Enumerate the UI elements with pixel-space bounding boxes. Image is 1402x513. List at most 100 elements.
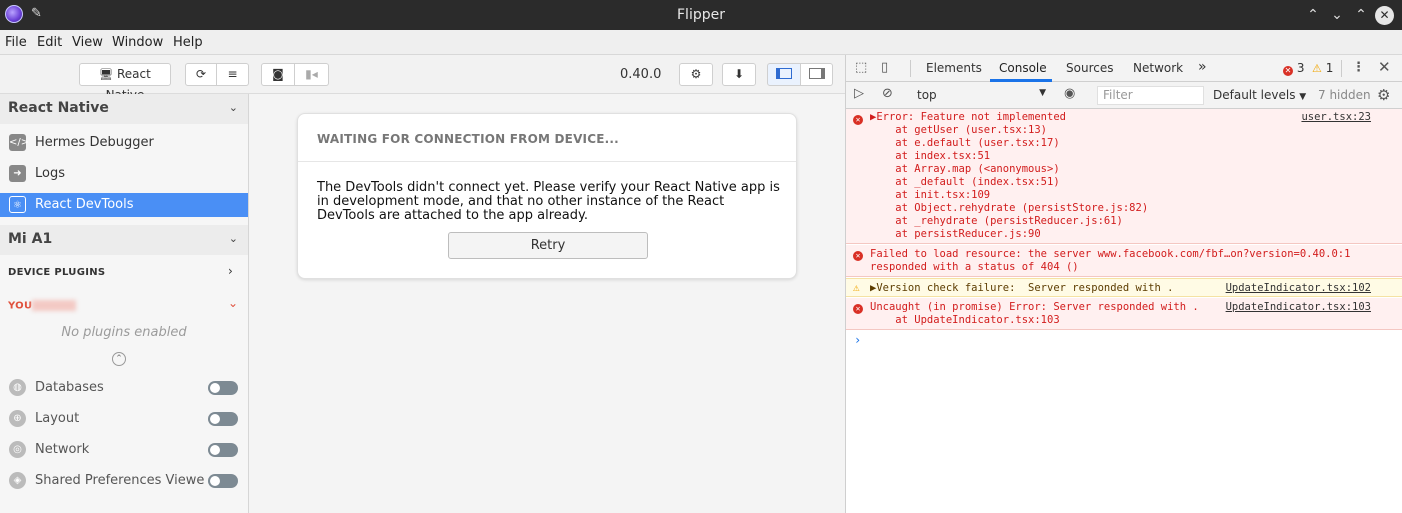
app-section-header[interactable]: React Native ⌄ — [0, 94, 248, 124]
plugin-toggle[interactable] — [208, 443, 238, 457]
menu-button[interactable]: ≡ — [217, 63, 249, 86]
device-plugins-header[interactable]: DEVICE PLUGINS — [8, 267, 105, 278]
tab-console[interactable]: Console — [999, 61, 1047, 75]
sidebar-left-icon — [776, 68, 792, 79]
menu-file[interactable]: File — [5, 35, 27, 50]
sidebar-item-logs[interactable]: ➜ Logs — [0, 162, 248, 186]
device-toolbar-icon[interactable]: ▯ — [881, 60, 888, 75]
plugin-toggle[interactable] — [208, 381, 238, 395]
toolbar: 🖥 React Native ⟳ ≡ ◙ ▮◂ 0.40.0 ⚙ ⬇ — [0, 55, 845, 102]
sidebar-item-label: Logs — [35, 166, 65, 181]
app-plugins-header[interactable]: YOU — [8, 300, 77, 312]
console-message-error[interactable]: ✕ Failed to load resource: the server ww… — [846, 245, 1402, 277]
menu-window[interactable]: Window — [112, 35, 163, 50]
eye-icon[interactable]: ◉ — [1064, 86, 1075, 101]
minimize-button[interactable]: ⌄ — [1327, 5, 1347, 25]
app-section-title: React Native — [8, 100, 109, 116]
plugin-content-area: WAITING FOR CONNECTION FROM DEVICE... Th… — [249, 94, 845, 513]
filter-input[interactable]: Filter — [1097, 86, 1204, 105]
levels-label: Default levels — [1213, 88, 1296, 102]
menubar: File Edit View Window Help — [0, 30, 1402, 55]
menu-help[interactable]: Help — [173, 35, 203, 50]
menu-edit[interactable]: Edit — [37, 35, 62, 50]
toggle-right-sidebar-button[interactable] — [801, 63, 833, 86]
device-section-header[interactable]: Mi A1 ⌄ — [0, 225, 248, 255]
hidden-count: 7 hidden — [1318, 88, 1371, 102]
no-plugins-message: No plugins enabled — [61, 325, 187, 340]
plugin-item-network[interactable]: ◎ Network — [0, 438, 248, 462]
chevron-down-icon[interactable]: ⌄ — [228, 296, 238, 310]
sidebar-item-hermes-debugger[interactable]: </> Hermes Debugger — [0, 131, 248, 155]
hamburger-icon: ≡ — [227, 67, 238, 81]
tab-network[interactable]: Network — [1133, 61, 1183, 75]
chevron-right-icon[interactable]: › — [228, 264, 233, 278]
sidebar-toggle-icon[interactable]: ▷ — [854, 86, 864, 101]
retry-button[interactable]: Retry — [448, 232, 648, 259]
warning-count-badge[interactable]: ⚠ 1 — [1312, 61, 1333, 75]
divider — [1341, 60, 1342, 77]
source-link[interactable]: user.tsx:23 — [1301, 111, 1371, 123]
log-levels-dropdown[interactable]: Default levels ▼ — [1213, 88, 1306, 102]
collapse-up-icon[interactable]: ⌃ — [112, 352, 126, 366]
console-line: at Array.map (<anonymous>) — [870, 163, 1060, 175]
plugin-item-databases[interactable]: ◍ Databases — [0, 376, 248, 400]
console-message-warning[interactable]: ⚠ ▶Version check failure: Server respond… — [846, 278, 1402, 297]
card-message: The DevTools didn't connect yet. Please … — [317, 180, 780, 223]
screenshot-button[interactable]: ◙ — [261, 63, 295, 86]
console-message-error[interactable]: ✕ Uncaught (in promise) Error: Server re… — [846, 298, 1402, 330]
source-link[interactable]: UpdateIndicator.tsx:103 — [1226, 301, 1371, 313]
console-filterbar: ▷ ⊘ top ▼ ◉ Filter Default levels ▼ 7 hi… — [846, 82, 1402, 109]
plugin-label: Databases — [35, 380, 104, 395]
settings-button[interactable]: ⚙ — [679, 63, 713, 86]
menu-view[interactable]: View — [72, 35, 103, 50]
source-link[interactable]: UpdateIndicator.tsx:102 — [1226, 282, 1371, 294]
card-header: WAITING FOR CONNECTION FROM DEVICE... — [298, 114, 796, 162]
plugin-toggle[interactable] — [208, 412, 238, 426]
plugin-item-layout[interactable]: ⊕ Layout — [0, 407, 248, 431]
console-line: at init.tsx:109 — [870, 189, 991, 201]
error-count-badge[interactable]: ✕ 3 — [1283, 61, 1304, 76]
devtools-tabbar: ⬚ ▯ Elements Console Sources Network » ✕… — [846, 55, 1402, 82]
console-message-error[interactable]: ✕ ▶Error: Feature not implemented at get… — [846, 109, 1402, 244]
close-devtools-icon[interactable]: ✕ — [1378, 58, 1391, 76]
import-button[interactable]: ⬇ — [722, 63, 756, 86]
record-button[interactable]: ▮◂ — [295, 63, 329, 86]
card-title: WAITING FOR CONNECTION FROM DEVICE... — [317, 132, 619, 146]
console-line: at _default (index.tsx:51) — [870, 176, 1060, 188]
clear-console-icon[interactable]: ⊘ — [882, 86, 893, 101]
keep-above-icon[interactable]: ⌃ — [1303, 5, 1323, 25]
gear-icon[interactable]: ⚙ — [1377, 86, 1390, 104]
refresh-button[interactable]: ⟳ — [185, 63, 217, 86]
device-selector-button[interactable]: 🖥 React Native — [79, 63, 171, 102]
dropdown-arrow-icon: ▼ — [1039, 88, 1046, 98]
plugin-toggle[interactable] — [208, 474, 238, 488]
network-icon: ◎ — [9, 441, 26, 458]
device-section-title: Mi A1 — [8, 231, 53, 247]
plugin-label: Layout — [35, 411, 80, 426]
error-icon: ✕ — [1283, 66, 1293, 76]
flipper-main-pane: 🖥 React Native ⟳ ≡ ◙ ▮◂ 0.40.0 ⚙ ⬇ — [0, 55, 845, 513]
refresh-icon: ⟳ — [195, 67, 207, 81]
maximize-button[interactable]: ⌃ — [1351, 5, 1371, 25]
console-line: at Object.rehydrate (persistStore.js:82) — [870, 202, 1149, 214]
more-tabs-icon[interactable]: » — [1198, 59, 1207, 75]
error-icon: ✕ — [853, 248, 863, 261]
plugin-item-shared-preferences[interactable]: ◈ Shared Preferences Viewe — [0, 469, 248, 493]
error-icon: ✕ — [853, 301, 863, 314]
redacted-text — [32, 300, 77, 311]
tab-sources[interactable]: Sources — [1066, 61, 1113, 75]
console-line: at e.default (user.tsx:17) — [870, 137, 1060, 149]
close-window-button[interactable]: ✕ — [1375, 6, 1394, 25]
context-label: top — [917, 88, 937, 102]
console-line: Failed to load resource: the server www.… — [870, 248, 1351, 260]
console-prompt[interactable]: › — [854, 333, 861, 347]
inspect-element-icon[interactable]: ⬚ — [855, 60, 867, 75]
version-label: 0.40.0 — [620, 67, 662, 82]
kebab-menu-icon[interactable]: ⋮ — [1352, 60, 1365, 75]
tab-elements[interactable]: Elements — [926, 61, 982, 75]
context-selector[interactable]: top ▼ — [912, 86, 1048, 104]
error-count: 3 — [1296, 61, 1305, 75]
toggle-left-sidebar-button[interactable] — [767, 63, 801, 86]
monitor-icon: 🖥 — [99, 68, 114, 81]
sidebar-item-react-devtools[interactable]: ⚛ React DevTools — [0, 193, 248, 217]
